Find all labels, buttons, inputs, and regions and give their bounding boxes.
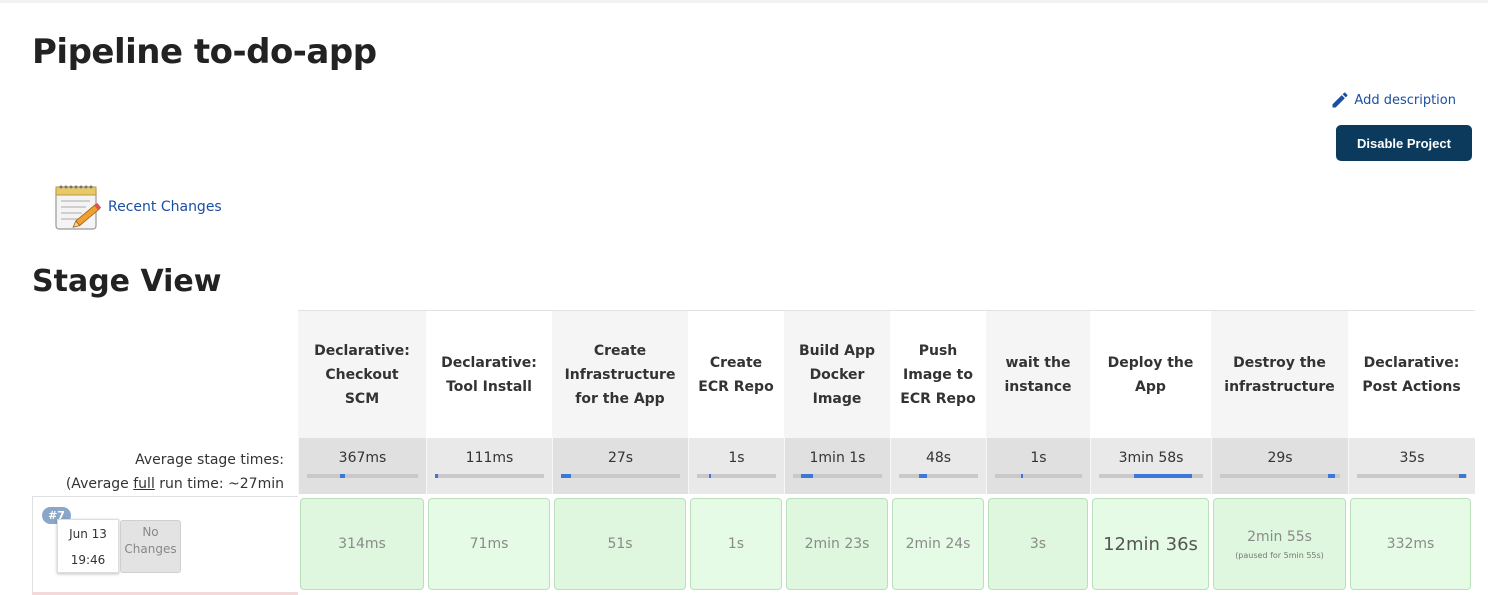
avg-time-value: 1s: [1030, 450, 1047, 466]
avg-time-cell: 1s: [688, 438, 784, 494]
stage-header: Create Infrastructure for the App: [552, 311, 688, 439]
stage-header: Declarative: Post Actions: [1348, 311, 1475, 439]
avg-time-value: 111ms: [465, 450, 514, 466]
paused-note: (paused for 5min 55s): [1235, 550, 1324, 560]
progress-fill: [801, 474, 814, 478]
average-times-row: 367ms 111ms 27s 1s 1min 1s 48s 1s 3min 5…: [298, 438, 1475, 494]
stage-duration: 332ms: [1386, 536, 1435, 552]
avg-time-cell: 29s: [1211, 438, 1348, 494]
avg-time-cell: 35s: [1348, 438, 1475, 494]
stage-view-title: Stage View: [32, 264, 222, 299]
build-date-time: 19:46: [70, 553, 106, 567]
progress-track: [995, 474, 1082, 478]
avg-label-line: Average stage times:: [135, 452, 284, 468]
progress-fill: [1134, 474, 1192, 478]
progress-track: [1099, 474, 1203, 478]
full-link[interactable]: full: [133, 476, 155, 492]
stage-result-cell[interactable]: 51s: [554, 498, 686, 590]
stage-result-cell[interactable]: 2min 23s: [786, 498, 888, 590]
stage-header: Create ECR Repo: [688, 311, 784, 439]
stage-result-cell[interactable]: 314ms: [300, 498, 424, 590]
stage-duration: 51s: [607, 536, 633, 552]
stage-duration: 314ms: [338, 536, 386, 552]
progress-fill: [1021, 474, 1023, 478]
progress-fill: [708, 474, 712, 478]
pencil-icon: [1332, 92, 1348, 108]
stage-result-cell[interactable]: 2min 24s: [892, 498, 984, 590]
stage-header: Build App Docker Image: [784, 311, 890, 439]
avg-time-value: 35s: [1399, 450, 1425, 466]
stage-result-cell[interactable]: 1s: [690, 498, 782, 590]
avg-time-value: 1min 1s: [809, 450, 866, 466]
add-description-link[interactable]: Add description: [1330, 90, 1456, 110]
stage-header: Deploy the App: [1090, 311, 1211, 439]
progress-track: [561, 474, 680, 478]
add-description-label: Add description: [1354, 92, 1456, 108]
progress-fill: [1459, 474, 1466, 478]
stage-duration: 3s: [1029, 536, 1047, 552]
progress-track: [899, 474, 978, 478]
stage-result-cell[interactable]: 71ms: [428, 498, 550, 590]
stage-duration: 71ms: [469, 536, 509, 552]
progress-track: [1357, 474, 1467, 478]
progress-track: [1220, 474, 1340, 478]
stage-result-cell[interactable]: 2min 55s (paused for 5min 55s): [1213, 498, 1346, 590]
stage-header: Declarative: Checkout SCM: [298, 311, 426, 439]
avg-time-value: 48s: [925, 450, 952, 466]
stage-result-cell[interactable]: 12min 36s: [1092, 498, 1209, 590]
stage-header: wait the instance: [986, 311, 1090, 439]
build-date-day: Jun 13: [69, 527, 107, 541]
recent-changes-link[interactable]: Recent Changes: [108, 199, 222, 215]
stage-result-cell[interactable]: 332ms: [1350, 498, 1471, 590]
stage-header: Destroy the infrastructure: [1211, 311, 1348, 439]
avg-time-value: 3min 58s: [1118, 450, 1184, 466]
avg-time-cell: 3min 58s: [1090, 438, 1211, 494]
avg-time-cell: 1min 1s: [784, 438, 890, 494]
stage-duration: 2min 23s: [804, 536, 870, 552]
page-title: Pipeline to-do-app: [32, 32, 377, 72]
progress-track: [435, 474, 544, 478]
build-date[interactable]: Jun 13 19:46: [57, 519, 119, 573]
stage-duration: 2min 24s: [905, 536, 971, 552]
notepad-icon: [55, 185, 102, 230]
progress-track: [307, 474, 418, 478]
avg-time-cell: 367ms: [298, 438, 426, 494]
progress-track: [793, 474, 882, 478]
stage-duration: 1s: [727, 536, 745, 552]
avg-time-cell: 111ms: [426, 438, 552, 494]
stage-header: Declarative: Tool Install: [426, 311, 552, 439]
recent-changes[interactable]: Recent Changes: [52, 181, 222, 233]
stage-result-cell[interactable]: 3s: [988, 498, 1088, 590]
progress-track: [697, 474, 776, 478]
progress-fill: [561, 474, 571, 478]
avg-time-value: 367ms: [338, 450, 387, 466]
top-border: [0, 0, 1488, 3]
avg-time-value: 27s: [607, 450, 634, 466]
avg-time-value: 1s: [728, 450, 745, 466]
avg-full-prefix: (Average: [65, 476, 134, 492]
progress-fill: [435, 474, 439, 478]
avg-time-cell: 27s: [552, 438, 688, 494]
stage-header-row: Declarative: Checkout SCM Declarative: T…: [298, 310, 1475, 439]
stage-view-table: Declarative: Checkout SCM Declarative: T…: [298, 310, 1475, 590]
avg-time-cell: 48s: [890, 438, 986, 494]
progress-fill: [340, 474, 345, 478]
stage-duration: 2min 55s: [1247, 528, 1312, 545]
changes-box[interactable]: No Changes: [120, 520, 181, 573]
stage-header: Push Image to ECR Repo: [890, 311, 986, 439]
disable-project-button[interactable]: Disable Project: [1336, 125, 1472, 161]
build-stages-row: 314ms 71ms 51s 1s 2min 23s 2min 24s 3s 1…: [298, 494, 1475, 590]
avg-time-cell: 1s: [986, 438, 1090, 494]
progress-fill: [918, 474, 927, 478]
progress-fill: [1328, 474, 1336, 478]
stage-duration: 12min 36s: [1103, 533, 1198, 555]
avg-time-value: 29s: [1267, 450, 1293, 466]
